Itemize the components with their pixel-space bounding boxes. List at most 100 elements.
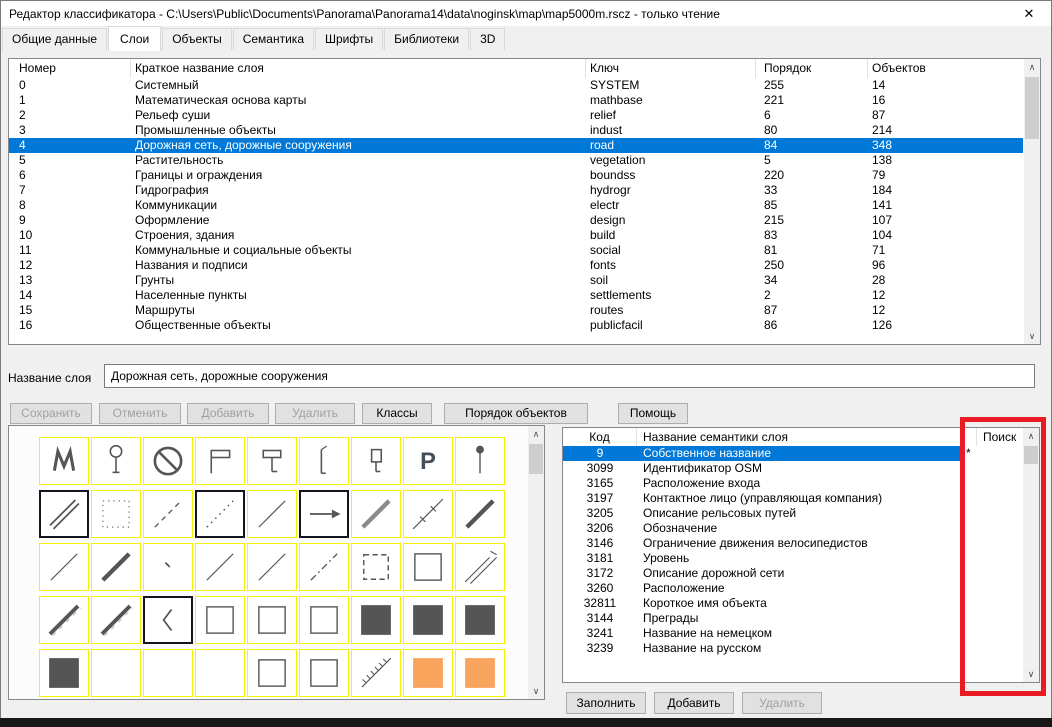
semantic-row[interactable]: 3241Название на немецком [563,626,1022,641]
fill-button[interactable]: Заполнить [566,692,646,714]
semantic-row[interactable]: 9Собственное название* [563,446,1022,461]
scrollbar-thumb[interactable] [1025,77,1039,139]
palette-cell[interactable] [299,596,349,644]
add-semantic-button[interactable]: Добавить [654,692,734,714]
semantic-row[interactable]: 3172Описание дорожной сети [563,566,1022,581]
semantic-row[interactable]: 3144Преграды [563,611,1022,626]
column-header-name[interactable]: Название семантики слоя [637,428,977,446]
palette-scrollbar[interactable]: ∧ ∨ [528,426,544,699]
scroll-up-icon[interactable]: ∧ [528,426,544,442]
tab-7[interactable]: 3D [470,28,505,50]
palette-cell[interactable] [299,543,349,591]
semantic-row[interactable]: 3239Название на русском [563,641,1022,656]
palette-cell[interactable] [351,649,401,697]
palette-cell[interactable] [91,649,141,697]
palette-cell[interactable] [143,596,193,644]
palette-cell[interactable] [91,490,141,538]
palette-cell[interactable] [247,596,297,644]
palette-cell[interactable] [39,596,89,644]
tab-2[interactable]: Слои [108,26,161,51]
table-row[interactable]: 10Строения, зданияbuild83104 [9,228,1023,243]
table-row[interactable]: 6Границы и огражденияboundss22079 [9,168,1023,183]
scrollbar-thumb[interactable] [1024,446,1038,464]
scroll-down-icon[interactable]: ∨ [1024,328,1040,344]
column-header-objects[interactable]: Объектов [868,59,1040,78]
table-row[interactable]: 8Коммуникацииelectr85141 [9,198,1023,213]
palette-cell[interactable] [455,437,505,485]
palette-cell[interactable] [351,543,401,591]
palette-cell[interactable] [91,596,141,644]
table-row[interactable]: 11Коммунальные и социальные объектыsocia… [9,243,1023,258]
palette-cell[interactable] [247,649,297,697]
table-row[interactable]: 5Растительностьvegetation5138 [9,153,1023,168]
table-row[interactable]: 7Гидрографияhydrogr33184 [9,183,1023,198]
layers-table-scrollbar[interactable]: ∧ ∨ [1024,59,1040,344]
table-row[interactable]: 3Промышленные объектыindust80214 [9,123,1023,138]
palette-cell[interactable] [455,596,505,644]
palette-cell[interactable] [403,543,453,591]
tab-6[interactable]: Библиотеки [384,28,469,50]
semantic-row[interactable]: 3181Уровень [563,551,1022,566]
scrollbar-thumb[interactable] [529,444,543,474]
palette-cell[interactable] [403,649,453,697]
palette-cell[interactable] [39,543,89,591]
palette-cell[interactable] [143,490,193,538]
help-button[interactable]: Помощь [618,403,688,424]
palette-cell[interactable] [143,437,193,485]
table-row[interactable]: 1Математическая основа картыmathbase2211… [9,93,1023,108]
palette-cell[interactable] [39,490,89,538]
palette-cell[interactable] [299,649,349,697]
palette-cell[interactable] [195,437,245,485]
palette-cell[interactable] [403,490,453,538]
palette-cell[interactable] [455,649,505,697]
palette-cell[interactable] [403,596,453,644]
table-row[interactable]: 16Общественные объектыpublicfacil86126 [9,318,1023,333]
semantic-row[interactable]: 3260Расположение [563,581,1022,596]
palette-cell[interactable] [195,543,245,591]
palette-cell[interactable] [351,596,401,644]
palette-cell[interactable] [351,490,401,538]
scroll-down-icon[interactable]: ∨ [1023,666,1039,682]
column-header-name[interactable]: Краткое название слоя [131,59,586,78]
semantic-row[interactable]: 3197Контактное лицо (управляющая компани… [563,491,1022,506]
scroll-down-icon[interactable]: ∨ [528,683,544,699]
palette-cell[interactable] [299,437,349,485]
semantic-row[interactable]: 3206Обозначение [563,521,1022,536]
semantic-row[interactable]: 32811Короткое имя объекта [563,596,1022,611]
object-order-button[interactable]: Порядок объектов [444,403,588,424]
table-row[interactable]: 4Дорожная сеть, дорожные сооруженияroad8… [9,138,1023,153]
table-row[interactable]: 2Рельеф сушиrelief687 [9,108,1023,123]
column-header-order[interactable]: Порядок [756,59,868,78]
palette-cell[interactable] [195,596,245,644]
semantic-row[interactable]: 3165Расположение входа [563,476,1022,491]
table-row[interactable]: 12Названия и подписиfonts25096 [9,258,1023,273]
palette-cell[interactable] [91,543,141,591]
tab-5[interactable]: Шрифты [315,28,383,50]
palette-cell[interactable] [39,437,89,485]
layer-name-input[interactable] [104,364,1035,388]
classes-button[interactable]: Классы [362,403,432,424]
palette-cell[interactable] [247,543,297,591]
semantic-row[interactable]: 3099Идентификатор OSM [563,461,1022,476]
palette-cell[interactable] [455,490,505,538]
palette-cell[interactable] [195,649,245,697]
palette-cell[interactable] [247,437,297,485]
palette-cell[interactable] [91,437,141,485]
close-button[interactable]: ✕ [1015,6,1043,22]
tab-4[interactable]: Семантика [233,28,314,50]
semantic-row[interactable]: 3146Ограничение движения велосипедистов [563,536,1022,551]
column-header-code[interactable]: Код [563,428,637,446]
scroll-up-icon[interactable]: ∧ [1023,428,1039,444]
semantic-row[interactable]: 3205Описание рельсовых путей [563,506,1022,521]
tab-3[interactable]: Объекты [162,28,232,50]
table-row[interactable]: 9Оформлениеdesign215107 [9,213,1023,228]
palette-cell[interactable] [455,543,505,591]
palette-cell[interactable] [143,543,193,591]
column-header-number[interactable]: Номер [9,59,131,78]
palette-cell[interactable] [39,649,89,697]
palette-cell[interactable] [299,490,349,538]
table-row[interactable]: 0СистемныйSYSTEM25514 [9,78,1023,93]
table-row[interactable]: 15Маршрутыroutes8712 [9,303,1023,318]
palette-cell[interactable] [195,490,245,538]
table-row[interactable]: 14Населенные пунктыsettlements212 [9,288,1023,303]
